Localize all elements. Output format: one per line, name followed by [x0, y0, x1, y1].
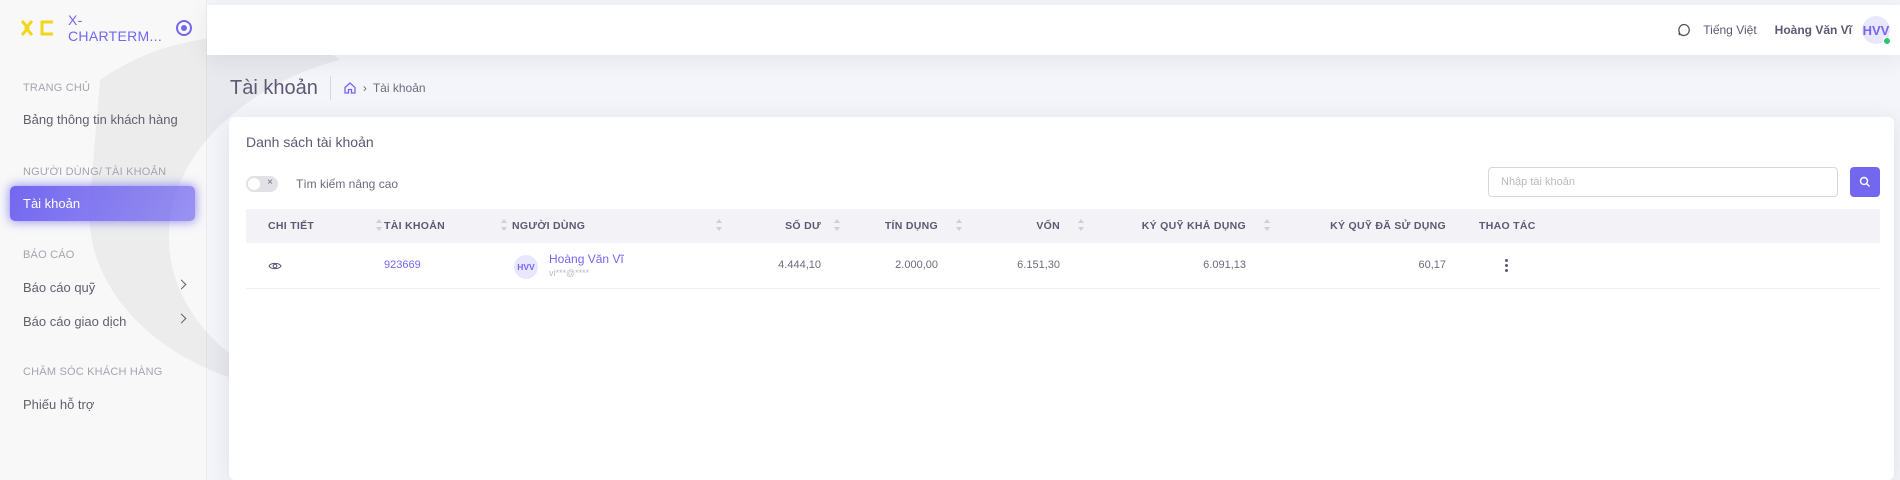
- close-icon: ×: [267, 177, 273, 188]
- sidebar-item-label: Báo cáo giao dịch: [23, 313, 127, 329]
- nav-section-customer-care: CHĂM SÓC KHÁCH HÀNG: [23, 366, 163, 378]
- advanced-search-toggle[interactable]: ×: [246, 176, 278, 192]
- avatar[interactable]: HVV: [1862, 16, 1891, 45]
- used-margin-value: 60,17: [1418, 259, 1446, 271]
- table-header: CHI TIẾT TÀI KHOẢN NGƯỜI DÙNG SỐ DƯ TÍN …: [246, 209, 1880, 243]
- more-actions-icon[interactable]: [1505, 259, 1509, 273]
- card-title: Danh sách tài khoản: [246, 134, 374, 150]
- sort-icon[interactable]: [376, 219, 382, 231]
- sidebar-item-fund-report[interactable]: Báo cáo quỹ: [0, 270, 207, 304]
- breadcrumb-separator-icon: ›: [362, 81, 367, 95]
- account-number-link[interactable]: 923669: [384, 259, 421, 271]
- nav-section-home: TRANG CHỦ: [23, 82, 91, 94]
- sidebar-item-label: Báo cáo quỹ: [23, 279, 96, 295]
- sort-icon[interactable]: [716, 219, 722, 231]
- avatar-initials: HVV: [1862, 22, 1890, 38]
- advanced-search-label: Tìm kiếm nâng cao: [296, 177, 399, 191]
- sidebar: X-CHARTERM... TRANG CHỦ Bảng thông tin k…: [0, 0, 340, 480]
- header-user-name[interactable]: Hoàng Văn Vĩ: [1775, 23, 1852, 37]
- sidebar-item-support-ticket[interactable]: Phiếu hỗ trợ: [0, 387, 207, 421]
- sort-icon[interactable]: [501, 219, 507, 231]
- equity-value: 6.151,30: [1017, 259, 1060, 271]
- column-header-credit[interactable]: TÍN DỤNG: [866, 220, 938, 232]
- column-header-actions: THAO TÁC: [1479, 220, 1536, 232]
- chevron-right-icon: [176, 279, 187, 290]
- home-icon[interactable]: [343, 81, 357, 95]
- sort-icon[interactable]: [1078, 219, 1084, 231]
- breadcrumb-current: Tài khoản: [372, 81, 426, 95]
- credit-value: 2.000,00: [895, 259, 938, 271]
- sort-icon[interactable]: [834, 219, 840, 231]
- avatar: HVV: [514, 255, 538, 279]
- account-search-input[interactable]: [1488, 167, 1838, 197]
- chevron-right-icon: [176, 313, 187, 324]
- balance-value: 4.444,10: [778, 259, 821, 271]
- accounts-card: Danh sách tài khoản × Tìm kiếm nâng cao …: [229, 117, 1894, 480]
- column-header-detail: CHI TIẾT: [268, 220, 315, 232]
- eye-icon[interactable]: [268, 261, 282, 271]
- search-icon: [1859, 176, 1870, 187]
- nav-section-reports: BÁO CÁO: [23, 249, 75, 261]
- search-button[interactable]: [1850, 167, 1880, 197]
- user-email: vi***@****: [549, 268, 590, 278]
- accounts-table: CHI TIẾT TÀI KHOẢN NGƯỜI DÙNG SỐ DƯ TÍN …: [246, 209, 1880, 289]
- online-status-icon: [1883, 37, 1891, 45]
- chat-icon[interactable]: [1677, 23, 1691, 37]
- sidebar-item-transaction-report[interactable]: Báo cáo giao dịch: [0, 304, 207, 338]
- sidebar-item-accounts[interactable]: Tài khoản: [10, 186, 195, 221]
- free-margin-value: 6.091,13: [1203, 259, 1246, 271]
- breadcrumb: Tài khoản › Tài khoản: [230, 76, 426, 100]
- sort-icon[interactable]: [956, 219, 962, 231]
- nav-section-users-accounts: NGƯỜI DÙNG/ TÀI KHOẢN: [23, 166, 167, 178]
- column-header-user[interactable]: NGƯỜI DÙNG: [512, 220, 585, 232]
- sidebar-collapse-icon[interactable]: [176, 19, 192, 36]
- sort-icon[interactable]: [1264, 219, 1270, 231]
- page-title: Tài khoản: [230, 76, 331, 100]
- column-header-equity[interactable]: VỐN: [1006, 220, 1060, 232]
- top-navbar: Tiếng Việt Hoàng Văn Vĩ HVV: [207, 5, 1900, 55]
- toggle-knob: [248, 178, 260, 190]
- user-name-link[interactable]: Hoàng Văn Vĩ: [549, 252, 624, 266]
- avatar-initials: HVV: [517, 262, 535, 272]
- language-selector[interactable]: Tiếng Việt: [1703, 23, 1756, 37]
- table-row: 923669 HVV Hoàng Văn Vĩ vi***@**** 4.444…: [246, 243, 1880, 289]
- sidebar-item-customer-dashboard[interactable]: Bảng thông tin khách hàng: [0, 102, 207, 136]
- column-header-balance[interactable]: SỐ DƯ: [771, 220, 821, 232]
- column-header-account[interactable]: TÀI KHOẢN: [384, 220, 445, 232]
- brand-logo-icon: [20, 19, 53, 36]
- column-header-free-margin[interactable]: KÝ QUỸ KHẢ DỤNG: [1126, 220, 1246, 232]
- column-header-used-margin[interactable]: KÝ QUỸ ĐÃ SỬ DỤNG: [1306, 220, 1446, 232]
